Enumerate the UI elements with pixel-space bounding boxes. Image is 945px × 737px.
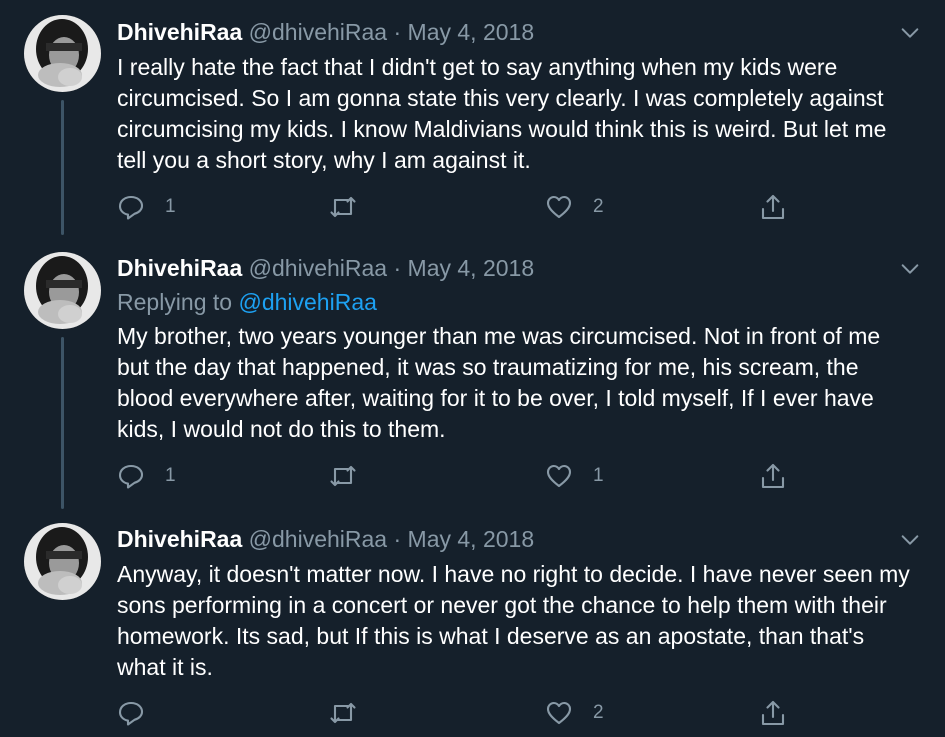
tweet-header: DhivehiRaa @dhivehiRaa · May 4, 2018	[117, 253, 534, 283]
tweet-header: DhivehiRaa @dhivehiRaa · May 4, 2018	[117, 17, 534, 47]
tweet-2[interactable]: DhivehiRaa @dhivehiRaa · May 4, 2018 Rep…	[0, 240, 945, 515]
replying-to: Replying to @dhivehiRaa	[117, 287, 377, 317]
avatar[interactable]	[24, 523, 101, 600]
reply-icon	[118, 195, 144, 220]
retweet-icon	[330, 196, 356, 218]
user-handle[interactable]: @dhivehiRaa	[249, 255, 387, 281]
thread-line	[61, 100, 64, 235]
user-handle[interactable]: @dhivehiRaa	[249, 19, 387, 45]
display-name[interactable]: DhivehiRaa	[117, 526, 242, 552]
avatar-photo	[24, 252, 101, 329]
avatar[interactable]	[24, 252, 101, 329]
like-button[interactable]: 2	[545, 192, 604, 222]
reply-button[interactable]	[117, 698, 165, 728]
tweet-date[interactable]: May 4, 2018	[408, 19, 535, 45]
reply-button[interactable]: 1	[117, 192, 176, 222]
tweet-text: My brother, two years younger than me wa…	[117, 323, 881, 442]
display-name[interactable]: DhivehiRaa	[117, 19, 242, 45]
replying-mention-link[interactable]: @dhivehiRaa	[238, 289, 376, 315]
action-bar: 1 2	[117, 192, 817, 222]
heart-icon	[546, 701, 572, 725]
avatar[interactable]	[24, 15, 101, 92]
like-count: 2	[593, 702, 604, 723]
tweet-1[interactable]: DhivehiRaa @dhivehiRaa · May 4, 2018 I r…	[0, 0, 945, 240]
retweet-button[interactable]	[329, 461, 377, 491]
like-count: 1	[593, 465, 604, 486]
reply-button[interactable]: 1	[117, 461, 176, 491]
share-button[interactable]	[759, 461, 787, 491]
tweet-date[interactable]: May 4, 2018	[408, 255, 535, 281]
like-count: 2	[593, 196, 604, 217]
tweet-3[interactable]: DhivehiRaa @dhivehiRaa · May 4, 2018 Any…	[0, 515, 945, 737]
retweet-icon	[330, 702, 356, 724]
display-name[interactable]: DhivehiRaa	[117, 255, 242, 281]
share-icon	[761, 700, 785, 726]
reply-icon	[118, 701, 144, 726]
avatar-photo	[24, 523, 101, 600]
separator-dot: ·	[393, 526, 402, 552]
reply-count: 1	[165, 465, 176, 486]
retweet-icon	[330, 465, 356, 487]
retweet-button[interactable]	[329, 698, 377, 728]
share-icon	[761, 194, 785, 220]
heart-icon	[546, 195, 572, 219]
action-bar: 2	[117, 698, 817, 728]
tweet-text: I really hate the fact that I didn't get…	[117, 54, 887, 173]
heart-icon	[546, 464, 572, 488]
share-icon	[761, 463, 785, 489]
avatar-photo	[24, 15, 101, 92]
thread-line	[61, 337, 64, 509]
replying-label: Replying to	[117, 289, 233, 315]
chevron-down-icon[interactable]	[899, 22, 921, 44]
like-button[interactable]: 1	[545, 461, 604, 491]
tweet-date[interactable]: May 4, 2018	[408, 526, 535, 552]
retweet-button[interactable]	[329, 192, 377, 222]
tweet-text: Anyway, it doesn't matter now. I have no…	[117, 561, 910, 680]
share-button[interactable]	[759, 192, 787, 222]
user-handle[interactable]: @dhivehiRaa	[249, 526, 387, 552]
chevron-down-icon[interactable]	[899, 529, 921, 551]
chevron-down-icon[interactable]	[899, 258, 921, 280]
like-button[interactable]: 2	[545, 698, 604, 728]
reply-icon	[118, 464, 144, 489]
action-bar: 1 1	[117, 461, 817, 491]
separator-dot: ·	[393, 255, 402, 281]
tweet-header: DhivehiRaa @dhivehiRaa · May 4, 2018	[117, 524, 534, 554]
reply-count: 1	[165, 196, 176, 217]
share-button[interactable]	[759, 698, 787, 728]
separator-dot: ·	[393, 19, 402, 45]
